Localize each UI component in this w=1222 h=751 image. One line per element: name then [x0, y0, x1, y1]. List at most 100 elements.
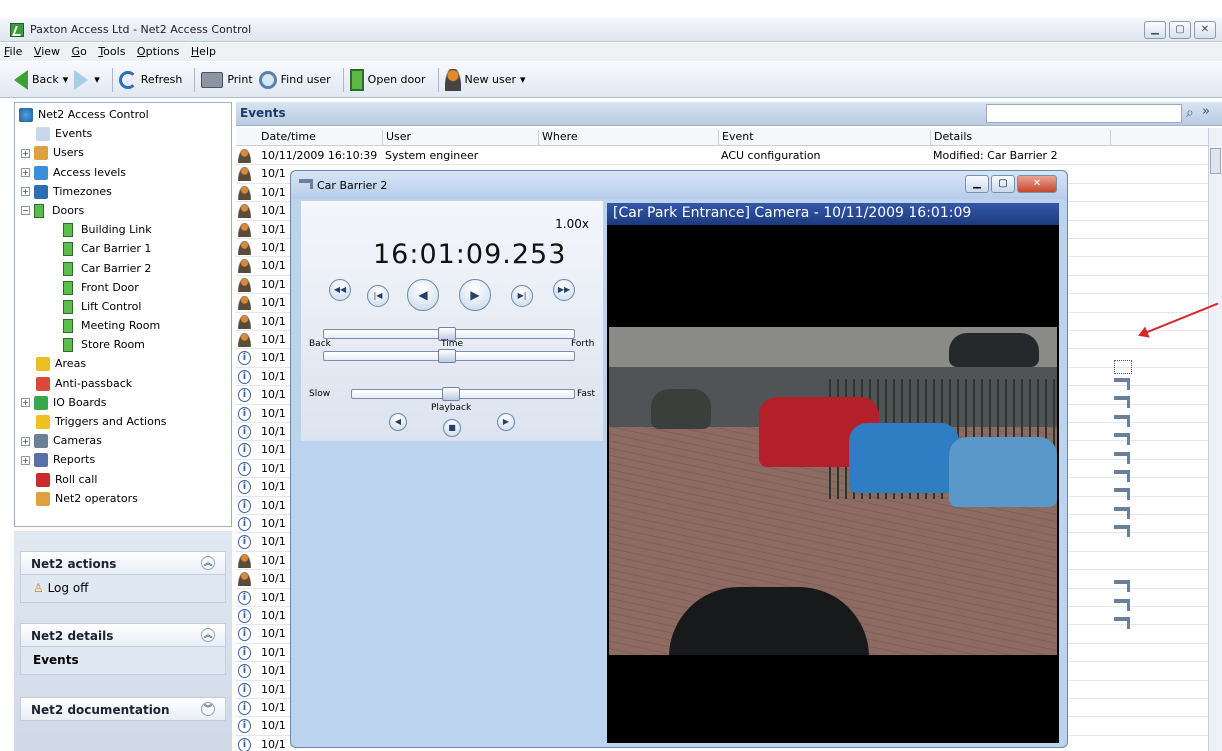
menu-file[interactable]: File [0, 43, 26, 60]
cell-datetime: 10/1 [261, 719, 286, 733]
camera-icon[interactable] [1114, 525, 1130, 537]
open-door-button[interactable]: Open door [349, 68, 426, 91]
play-button[interactable]: ▶ [459, 279, 491, 311]
net2-details-header[interactable]: Net2 details ︽ [20, 623, 226, 647]
step-forward-button[interactable]: ▶ [497, 413, 515, 431]
menu-help[interactable]: Help [187, 43, 220, 60]
history-dropdown[interactable]: ▾ [94, 73, 100, 86]
tree-item-reports[interactable]: + Reports [19, 450, 231, 469]
menu-tools[interactable]: Tools [94, 43, 129, 60]
tree-item-triggers-and-actions[interactable]: Triggers and Actions [19, 412, 231, 431]
column-event[interactable]: Event [718, 130, 930, 146]
tree-item-io-boards[interactable]: + IO Boards [19, 393, 231, 412]
column-datetime[interactable]: Date/time [258, 130, 382, 146]
minimize-button[interactable]: ▁ [1144, 21, 1166, 39]
tree-item-building-link[interactable]: Building Link [19, 220, 231, 239]
camera-icon[interactable] [1114, 415, 1130, 427]
tree-item-access-levels[interactable]: + Access levels [19, 163, 231, 182]
tree-item-users[interactable]: + Users [19, 143, 231, 162]
camera-maximize-button[interactable]: ▢ [991, 175, 1015, 193]
camera-icon[interactable] [1114, 433, 1130, 445]
collapse-icon[interactable]: ︽ [201, 628, 215, 642]
tree-item-car-barrier-2[interactable]: Car Barrier 2 [19, 259, 231, 278]
vertical-scrollbar[interactable] [1208, 128, 1222, 751]
column-camera[interactable] [1110, 130, 1134, 146]
column-details[interactable]: Details [930, 130, 1110, 146]
cell-datetime: 10/1 [261, 572, 286, 586]
expand-icon[interactable]: + [21, 436, 30, 446]
search-input[interactable] [986, 104, 1182, 123]
print-button[interactable]: Print [201, 71, 253, 88]
time-slider[interactable] [323, 327, 575, 341]
column-user[interactable]: User [382, 130, 538, 146]
step-back-button[interactable]: ◀ [389, 413, 407, 431]
camera-minimize-button[interactable]: ▁ [965, 175, 989, 193]
tree-item-anti-passback[interactable]: Anti-passback [19, 374, 231, 393]
skip-start-button[interactable]: |◀ [367, 285, 389, 307]
camera-icon[interactable] [1114, 617, 1130, 629]
camera-view[interactable]: [Car Park Entrance] Camera - 10/11/2009 … [607, 203, 1059, 743]
play-reverse-button[interactable]: ◀ [407, 279, 439, 311]
tree-root[interactable]: Net2 Access Control [19, 105, 231, 124]
camera-icon[interactable] [1114, 378, 1130, 390]
camera-icon[interactable] [1114, 360, 1132, 374]
expand-icon[interactable]: + [21, 187, 30, 197]
collapse-icon[interactable]: − [21, 206, 30, 216]
camera-icon[interactable] [1114, 470, 1130, 482]
tree-item-car-barrier-1[interactable]: Car Barrier 1 [19, 239, 231, 258]
expand-icon[interactable]: + [21, 455, 30, 465]
tree-item-timezones[interactable]: + Timezones [19, 182, 231, 201]
tree-item-areas[interactable]: Areas [19, 354, 231, 373]
camera-icon[interactable] [1114, 396, 1130, 408]
camera-icon[interactable] [1114, 452, 1130, 464]
fast-forward-button[interactable]: ▶▶ [553, 279, 575, 301]
expand-icon[interactable]: ︾ [201, 702, 215, 716]
tree-item-events[interactable]: Events [19, 124, 231, 143]
collapse-icon[interactable]: ︽ [201, 556, 215, 570]
menu-options[interactable]: Options [133, 43, 183, 60]
expand-icon[interactable]: + [21, 398, 30, 408]
forward-button[interactable] [74, 69, 89, 90]
tree-item-net2-operators[interactable]: Net2 operators [19, 489, 231, 508]
maximize-button[interactable]: ▢ [1169, 21, 1191, 39]
new-user-button[interactable]: New user ▾ [444, 68, 526, 91]
close-button[interactable]: ✕ [1194, 21, 1216, 39]
menu-go[interactable]: Go [68, 43, 91, 60]
playback-speed-slider[interactable] [351, 387, 575, 401]
camera-icon[interactable] [1114, 580, 1130, 592]
cell-datetime: 10/1 [261, 535, 286, 549]
expand-icon[interactable]: + [21, 148, 30, 158]
tree-item-lift-control[interactable]: Lift Control [19, 297, 231, 316]
table-row[interactable]: 10/11/2009 16:10:39 System engineer ACU co… [236, 147, 1208, 166]
tree-item-cameras[interactable]: + Cameras [19, 431, 231, 450]
log-off-link[interactable]: ♙ Log off [33, 581, 88, 595]
jog-slider-knob[interactable] [438, 349, 456, 363]
net2-actions-header[interactable]: Net2 actions ︽ [20, 551, 226, 575]
chevron-down-icon[interactable]: » [1202, 104, 1210, 119]
rewind-fast-button[interactable]: ◀◀ [329, 279, 351, 301]
skip-end-button[interactable]: ▶| [511, 285, 533, 307]
jog-slider[interactable] [323, 349, 575, 363]
camera-icon[interactable] [1114, 507, 1130, 519]
tree-item-doors[interactable]: − Doors [19, 201, 231, 220]
tree-item-roll-call[interactable]: Roll call [19, 470, 231, 489]
info-icon: i [238, 351, 251, 366]
back-button[interactable]: Back ▾ [14, 69, 68, 90]
stop-button[interactable]: ■ [443, 419, 461, 437]
net2-documentation-header[interactable]: Net2 documentation ︾ [20, 697, 226, 721]
camera-icon[interactable] [1114, 599, 1130, 611]
camera-close-button[interactable]: ✕ [1017, 175, 1057, 193]
camera-icon[interactable] [1114, 488, 1130, 500]
tree-item-store-room[interactable]: Store Room [19, 335, 231, 354]
scroll-thumb[interactable] [1210, 148, 1221, 174]
tree-item-meeting-room[interactable]: Meeting Room [19, 316, 231, 335]
tree-item-front-door[interactable]: Front Door [19, 278, 231, 297]
find-user-button[interactable]: Find user [258, 70, 331, 89]
menu-view[interactable]: View [30, 43, 64, 60]
camera-window-titlebar[interactable]: Car Barrier 2 ▁ ▢ ✕ [291, 171, 1067, 199]
search-icon[interactable]: ⌕ [1186, 105, 1194, 121]
column-where[interactable]: Where [538, 130, 718, 146]
expand-icon[interactable]: + [21, 168, 30, 178]
refresh-button[interactable]: Refresh [118, 70, 182, 89]
speed-slider-knob[interactable] [442, 387, 460, 401]
